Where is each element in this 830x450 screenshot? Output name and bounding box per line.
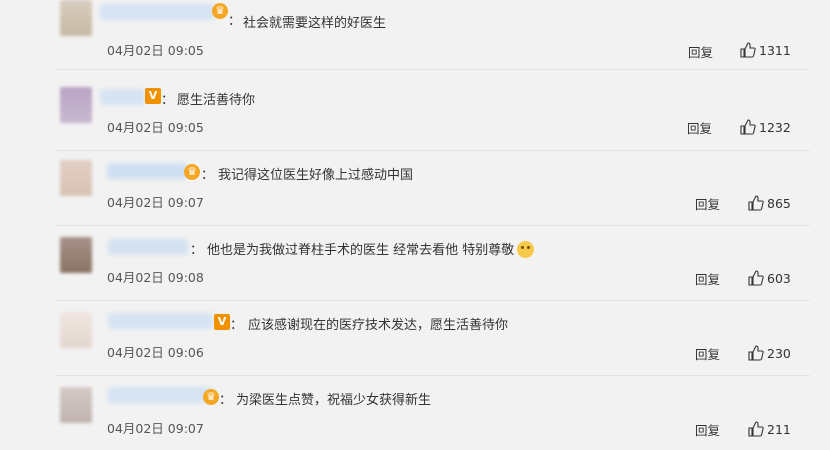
comment-text: 我记得这位医生好像上过感动中国 [218,168,414,183]
username-blurred[interactable] [108,239,188,255]
like-count: 1232 [759,120,791,135]
colon: ： [230,318,244,333]
like-button[interactable]: 1311 [740,42,791,58]
comment-item: ： 他也是为我做过脊柱手术的医生 经常去看他 特别尊敬 04月02日 09:08… [0,225,830,301]
username-blurred[interactable] [100,4,215,20]
comment-time: 04月02日 09:08 [107,270,204,285]
like-button[interactable]: 211 [748,421,791,437]
colon: ： [228,14,242,29]
avatar[interactable] [60,237,92,273]
reply-button[interactable]: 回复 [695,420,720,439]
comment-time: 04月02日 09:05 [107,43,204,58]
comment-text-content: 他也是为我做过脊柱手术的医生 经常去看他 特别尊敬 [207,243,515,258]
thumbs-up-icon [740,42,756,58]
comment-text: 社会就需要这样的好医生 [243,16,387,31]
thumbs-up-icon [748,345,764,361]
reply-button[interactable]: 回复 [695,344,720,363]
comment-item: ♛ ： 为梁医生点赞，祝福少女获得新生 04月02日 09:07 回复 211 [0,375,830,450]
like-count: 1311 [759,43,791,58]
colon: ： [190,243,204,258]
avatar[interactable] [60,387,92,423]
colon: ： [219,393,233,408]
username-blurred[interactable] [100,89,145,105]
like-button[interactable]: 603 [748,270,791,286]
avatar[interactable] [60,160,92,196]
comment-text: 愿生活善待你 [177,93,256,108]
thumbs-up-icon [748,270,764,286]
crown-icon: ♛ [203,389,219,405]
username-blurred[interactable] [108,387,213,403]
colon: ： [161,93,175,108]
comment-time: 04月02日 09:07 [107,421,204,436]
comment-item: V ： 应该感谢现在的医疗技术发达，愿生活善待你 04月02日 09:06 回复… [0,300,830,376]
reply-button[interactable]: 回复 [687,118,712,137]
like-button[interactable]: 865 [748,195,791,211]
divider [55,69,810,70]
reply-button[interactable]: 回复 [695,194,720,213]
comment-item: V ： 愿生活善待你 04月02日 09:05 回复 1232 [0,75,830,151]
avatar[interactable] [60,0,92,36]
comment-item: ♛ ： 社会就需要这样的好医生 04月02日 09:05 回复 1311 [0,0,830,75]
comment-time: 04月02日 09:07 [107,195,204,210]
like-count: 230 [767,346,791,361]
crown-icon: ♛ [212,3,228,19]
vip-v-icon: V [214,314,230,330]
comment-text: 为梁医生点赞，祝福少女获得新生 [236,393,432,408]
like-count: 865 [767,196,791,211]
thumbs-up-icon [740,119,756,135]
sad-face-emoji [517,241,535,258]
vip-v-icon: V [145,88,161,104]
like-count: 603 [767,271,791,286]
username-blurred[interactable] [107,163,187,179]
avatar[interactable] [60,312,92,348]
colon: ： [201,168,215,183]
comment-text: 应该感谢现在的医疗技术发达，愿生活善待你 [248,318,509,333]
crown-icon: ♛ [184,164,200,180]
comment-text: 他也是为我做过脊柱手术的医生 经常去看他 特别尊敬 [207,239,535,258]
username-blurred[interactable] [108,313,213,329]
comment-item: ♛ ： 我记得这位医生好像上过感动中国 04月02日 09:07 回复 865 [0,150,830,226]
thumbs-up-icon [748,421,764,437]
comment-time: 04月02日 09:05 [107,120,204,135]
like-button[interactable]: 230 [748,345,791,361]
comment-time: 04月02日 09:06 [107,345,204,360]
avatar[interactable] [60,87,92,123]
like-count: 211 [767,422,791,437]
like-button[interactable]: 1232 [740,119,791,135]
reply-button[interactable]: 回复 [688,42,713,61]
reply-button[interactable]: 回复 [695,269,720,288]
thumbs-up-icon [748,195,764,211]
